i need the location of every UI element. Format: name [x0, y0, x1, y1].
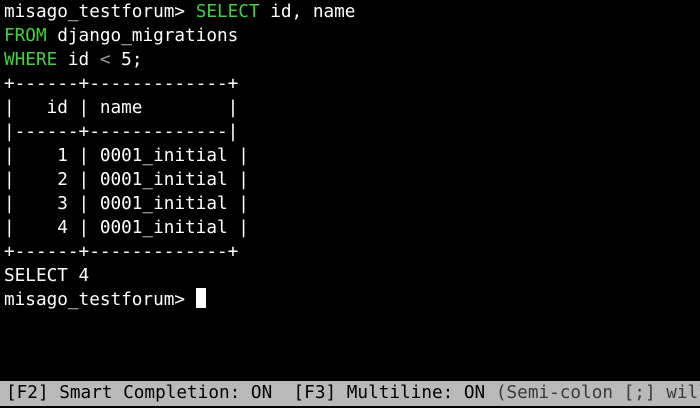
- query-line-where: WHERE id < 5;: [4, 48, 700, 72]
- query-line-select: misago_testforum> SELECT id, name: [4, 0, 700, 24]
- where-value: 5;: [110, 50, 143, 70]
- prompt: misago_testforum>: [4, 290, 196, 310]
- keyword-from: FROM: [4, 26, 47, 46]
- terminal-output: misago_testforum> SELECT id, name FROM d…: [4, 0, 700, 312]
- select-columns: id, name: [259, 2, 356, 22]
- result-row: | 2 | 0001_initial |: [4, 170, 249, 190]
- input-line[interactable]: misago_testforum>: [4, 288, 700, 312]
- result-border-top: +------+-------------+: [4, 74, 239, 94]
- toolbar-multiline[interactable]: [F3] Multiline: ON: [272, 383, 486, 403]
- bottom-toolbar: [F2] Smart Completion: ON [F3] Multiline…: [0, 381, 700, 406]
- result-status: SELECT 4: [4, 266, 90, 286]
- toolbar-smart-completion[interactable]: [F2] Smart Completion: ON: [6, 383, 272, 403]
- where-operator: <: [99, 50, 111, 70]
- toolbar-hint: (Semi-colon [;] will e: [495, 383, 700, 403]
- result-border-bottom: +------+-------------+: [4, 242, 239, 262]
- result-separator: |------+-------------|: [4, 122, 239, 142]
- result-header-row: | id | name |: [4, 98, 239, 118]
- result-row: | 1 | 0001_initial |: [4, 146, 249, 166]
- prompt: misago_testforum>: [4, 2, 196, 22]
- query-line-from: FROM django_migrations: [4, 24, 700, 48]
- keyword-where: WHERE: [4, 50, 58, 70]
- keyword-select: SELECT: [195, 2, 260, 22]
- result-row: | 3 | 0001_initial |: [4, 194, 249, 214]
- where-column: id: [57, 50, 100, 70]
- table-name: django_migrations: [46, 26, 239, 46]
- text-cursor: [195, 288, 206, 308]
- result-row: | 4 | 0001_initial |: [4, 218, 249, 238]
